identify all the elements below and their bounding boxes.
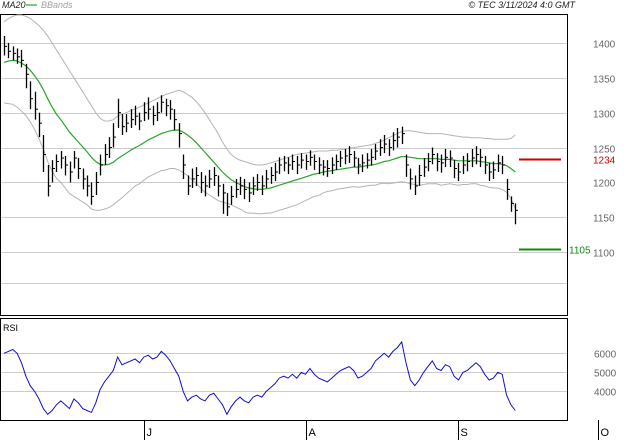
ma20-path — [3, 59, 516, 190]
x-axis: JASON — [144, 420, 610, 440]
rsi-path — [3, 340, 516, 416]
resistance-label: 1234 — [593, 156, 616, 167]
ma20-legend-label: MA20 — [2, 0, 26, 10]
price-tick-label: 1300 — [593, 110, 616, 121]
x-tick-label: O — [601, 427, 610, 439]
bbands-lower-line — [3, 102, 516, 215]
price-panel: 1100 1150 1200 1250 1300 1350 1400 1234 1105 — [0, 14, 616, 316]
x-tick-label: S — [461, 427, 468, 439]
x-tick-label: A — [309, 427, 317, 439]
rsi-title: RSI — [3, 323, 18, 333]
price-tick-label: 1400 — [593, 40, 616, 51]
bbands-upper-line — [3, 14, 516, 166]
rsi-tick-label: 6000 — [594, 350, 617, 361]
rsi-line — [3, 340, 516, 416]
rsi-tick-label: 4000 — [594, 388, 617, 399]
price-y-axis: 1100 1150 1200 1250 1300 1350 1400 — [593, 40, 616, 260]
price-tick-label: 1100 — [593, 249, 615, 260]
bollinger-bands — [3, 14, 516, 215]
price-tick-label: 1350 — [593, 75, 616, 86]
rsi-gridlines — [1, 353, 567, 392]
price-tick-label: 1200 — [593, 179, 616, 190]
rsi-y-axis: 4000 5000 6000 — [594, 350, 617, 399]
copyright-notice: © TEC 3/11/2024 4:0 GMT — [468, 0, 575, 10]
support-label: 1105 — [569, 246, 591, 257]
rsi-panel: RSI 4000 5000 6000 — [0, 318, 617, 421]
price-tick-label: 1150 — [593, 214, 615, 225]
rsi-tick-label: 5000 — [594, 369, 617, 380]
bbands-legend-label: BBands — [41, 0, 73, 10]
price-bars — [3, 35, 518, 225]
price-tick-label: 1250 — [593, 145, 616, 156]
x-tick-label: J — [147, 427, 153, 439]
ma20-line — [3, 59, 516, 190]
stock-chart: 1100 1150 1200 1250 1300 1350 1400 1234 1105 RS… — [0, 4, 617, 440]
